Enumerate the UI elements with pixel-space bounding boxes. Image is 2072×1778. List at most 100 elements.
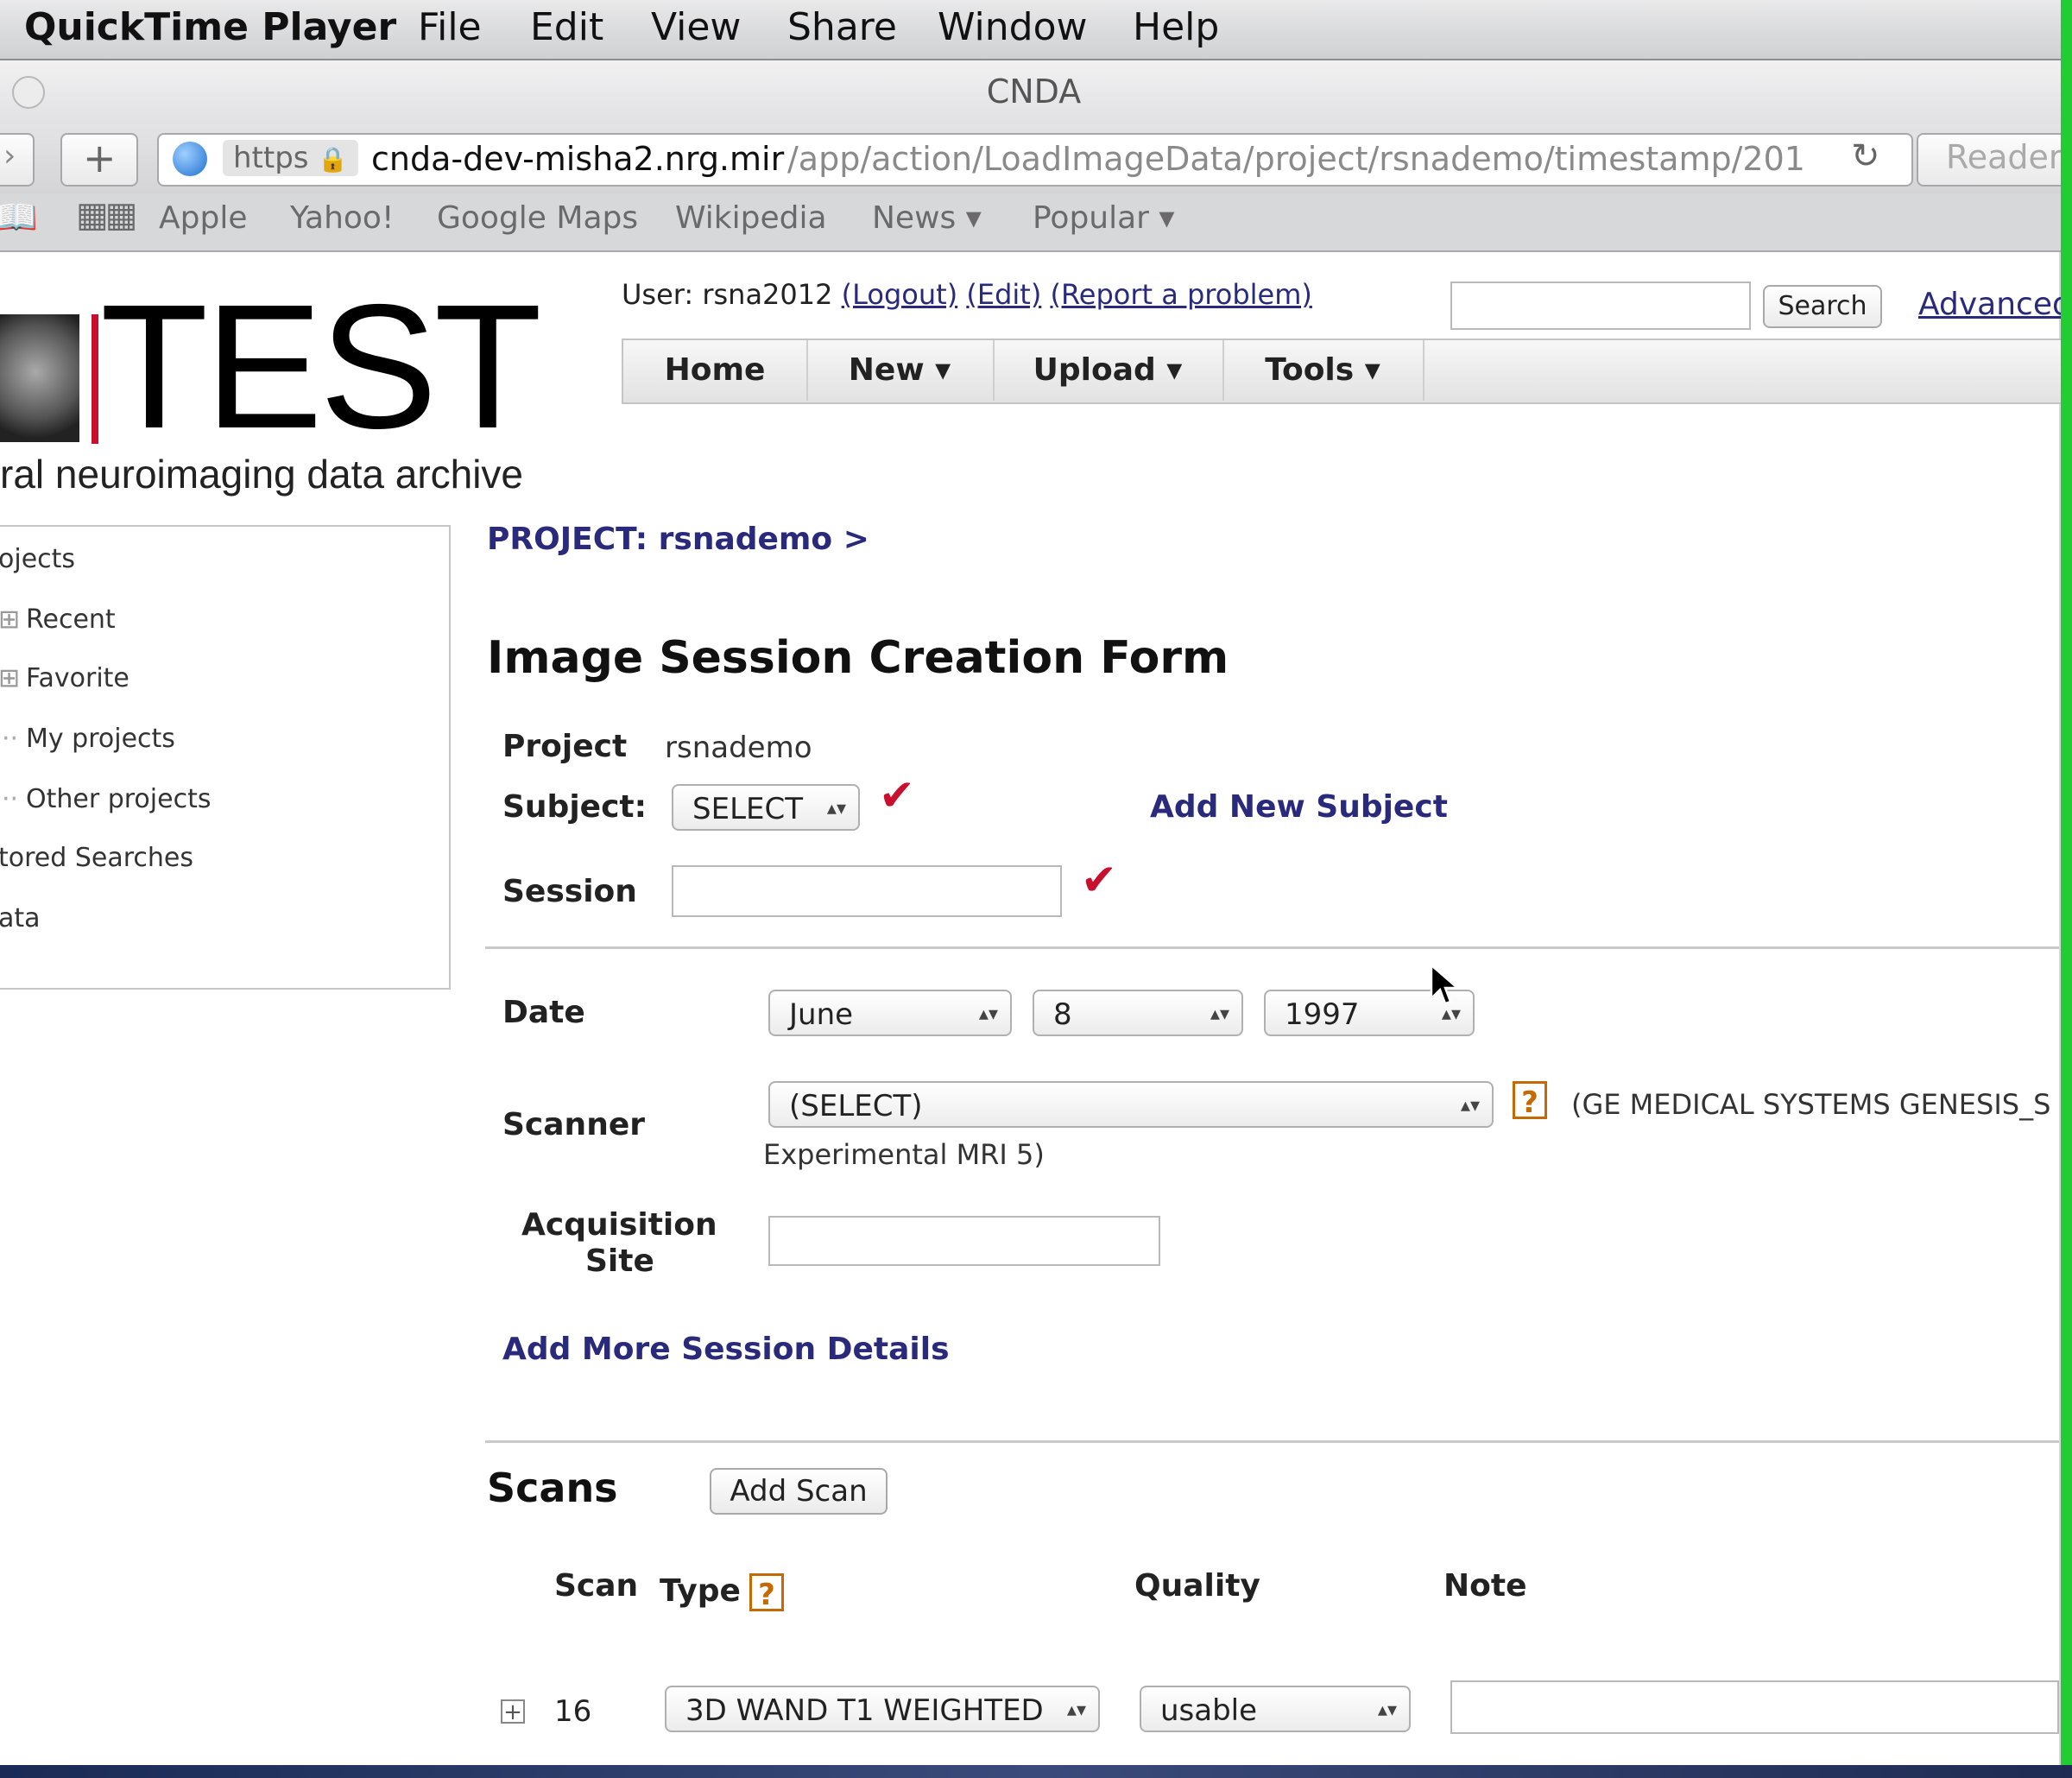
date-label: Date <box>502 995 585 1030</box>
mac-menu-bar: QuickTime Player File Edit View Share Wi… <box>0 0 2072 60</box>
reader-button[interactable]: Reader <box>1917 133 2072 187</box>
menu-app-name[interactable]: QuickTime Player <box>24 5 396 49</box>
subject-label: Subject: <box>502 789 648 825</box>
menu-share[interactable]: Share <box>787 5 897 49</box>
scan-quality-value: usable <box>1160 1693 1258 1728</box>
reader-label: Reader <box>1946 138 2063 176</box>
sidebar-favorite[interactable]: Favorite <box>26 663 130 693</box>
scan-type-value: 3D WAND T1 WEIGHTED <box>685 1693 1044 1728</box>
sidebar-stored-searches[interactable]: tored Searches <box>0 843 193 873</box>
menu-edit[interactable]: Edit <box>530 5 603 49</box>
subject-select[interactable]: SELECT ▴▾ <box>672 784 860 831</box>
scan-note-input[interactable] <box>1450 1680 2059 1734</box>
scanner-hint-line2: Experimental MRI 5) <box>763 1138 1045 1171</box>
forward-icon: › <box>3 138 16 174</box>
web-page: TEST ral neuroimaging data archive User:… <box>0 252 2072 1765</box>
sidebar-my-projects[interactable]: My projects <box>26 724 175 754</box>
address-bar[interactable]: https 🔒 cnda-dev-misha2.nrg.mir /app/act… <box>157 133 1913 187</box>
site-search-button[interactable]: Search <box>1763 285 1882 328</box>
nav-new[interactable]: New ▾ <box>806 340 995 401</box>
session-label: Session <box>502 874 637 909</box>
tree-expander-icon[interactable]: ⊞ <box>0 604 20 635</box>
https-badge: https 🔒 <box>223 140 359 176</box>
nav-tools[interactable]: Tools ▾ <box>1222 340 1424 401</box>
sidebar-panel: ojects ⊞ Recent ⊞ Favorite ·· My project… <box>0 525 451 990</box>
menu-window[interactable]: Window <box>938 5 1088 49</box>
select-arrows-icon: ▴▾ <box>978 1003 998 1025</box>
screen-edge-highlight <box>2061 0 2072 1778</box>
nav-upload[interactable]: Upload ▾ <box>993 340 1224 401</box>
bookmark-popular[interactable]: Popular ▾ <box>1033 200 1175 236</box>
bookmark-google-maps[interactable]: Google Maps <box>437 200 638 236</box>
add-more-session-details-link[interactable]: Add More Session Details <box>502 1332 950 1367</box>
tree-expander-icon[interactable]: ⊞ <box>0 663 20 693</box>
logout-link[interactable]: (Logout) <box>842 278 958 311</box>
tree-line-icon: ·· <box>2 724 19 754</box>
select-arrows-icon: ▴▾ <box>826 798 846 819</box>
browser-title-bar: CNDA <box>0 60 2068 124</box>
sidebar-other-projects[interactable]: Other projects <box>26 784 211 814</box>
project-label: Project <box>502 729 628 764</box>
menu-file[interactable]: File <box>418 5 482 49</box>
site-search-input[interactable] <box>1450 282 1751 330</box>
scan-quality-select[interactable]: usable ▴▾ <box>1140 1686 1411 1732</box>
sidebar-data[interactable]: ata <box>0 903 41 933</box>
col-scan-header: Scan <box>554 1568 639 1604</box>
acquisition-site-input[interactable] <box>768 1216 1160 1266</box>
bookmark-news[interactable]: News ▾ <box>872 200 982 236</box>
browser-toolbar: › + https 🔒 cnda-dev-misha2.nrg.mir /app… <box>0 124 2072 193</box>
col-type-header: Type <box>660 1573 741 1609</box>
col-quality-header: Quality <box>1134 1568 1260 1604</box>
reload-icon[interactable]: ↻ <box>1851 136 1880 176</box>
col-note-header: Note <box>1443 1568 1527 1604</box>
bookmark-yahoo[interactable]: Yahoo! <box>290 200 394 236</box>
tree-line-icon: ·· <box>2 784 19 814</box>
session-input[interactable] <box>672 865 1062 917</box>
sidebar-recent[interactable]: Recent <box>26 604 116 635</box>
edit-link[interactable]: (Edit) <box>966 278 1041 311</box>
acquisition-label-line1: Acquisition <box>521 1207 717 1243</box>
report-problem-link[interactable]: (Report a problem) <box>1050 278 1311 311</box>
bookmarks-bar: 📖 ▦▦ Apple Yahoo! Google Maps Wikipedia … <box>0 193 2068 252</box>
desktop-background <box>0 1765 2072 1778</box>
add-scan-button[interactable]: Add Scan <box>710 1468 888 1515</box>
bookmarks-book-icon[interactable]: 📖 <box>0 197 38 237</box>
advanced-search-link[interactable]: Advanced <box>1918 287 2072 322</box>
menu-help[interactable]: Help <box>1133 5 1219 49</box>
lock-icon: 🔒 <box>318 145 349 174</box>
new-tab-button[interactable]: + <box>60 133 138 187</box>
username: rsna2012 <box>702 278 833 311</box>
date-day-select[interactable]: 8 ▴▾ <box>1033 990 1243 1036</box>
sidebar-projects[interactable]: ojects <box>0 544 75 574</box>
section-divider <box>485 946 2059 949</box>
select-arrows-icon: ▴▾ <box>1460 1095 1480 1117</box>
url-path: /app/action/LoadImageData/project/rsnade… <box>787 140 1806 178</box>
main-nav-bar: Home New ▾ Upload ▾ Tools ▾ <box>622 339 2067 404</box>
help-icon[interactable]: ? <box>1513 1081 1547 1120</box>
top-sites-grid-icon[interactable]: ▦▦ <box>76 195 138 235</box>
menu-view[interactable]: View <box>651 5 741 49</box>
acquisition-label-line2: Site <box>585 1243 654 1279</box>
help-icon[interactable]: ? <box>749 1573 784 1612</box>
bookmark-apple[interactable]: Apple <box>159 200 247 236</box>
logo-text: TEST <box>100 268 542 465</box>
bookmark-wikipedia[interactable]: Wikipedia <box>675 200 827 236</box>
scans-heading: Scans <box>487 1465 618 1511</box>
window-title: CNDA <box>986 73 1082 111</box>
date-month-select[interactable]: June ▴▾ <box>768 990 1012 1036</box>
date-month-value: June <box>789 997 854 1032</box>
add-new-subject-link[interactable]: Add New Subject <box>1150 789 1448 825</box>
scanner-select[interactable]: (SELECT) ▴▾ <box>768 1081 1494 1128</box>
scan-type-select[interactable]: 3D WAND T1 WEIGHTED ▴▾ <box>665 1686 1100 1732</box>
nav-home[interactable]: Home <box>623 340 808 401</box>
date-day-value: 8 <box>1053 997 1072 1032</box>
scanner-hint-line1: (GE MEDICAL SYSTEMS GENESIS_S <box>1571 1088 2051 1121</box>
logo-red-bar <box>92 314 98 444</box>
plus-icon: + <box>83 135 117 181</box>
url-host: cnda-dev-misha2.nrg.mir <box>371 140 785 178</box>
required-check-icon: ✔ <box>1081 855 1117 905</box>
breadcrumb[interactable]: PROJECT: rsnademo > <box>487 522 869 557</box>
forward-button[interactable]: › <box>0 133 35 187</box>
expand-row-icon[interactable]: + <box>501 1699 525 1724</box>
scanner-label: Scanner <box>502 1107 645 1142</box>
